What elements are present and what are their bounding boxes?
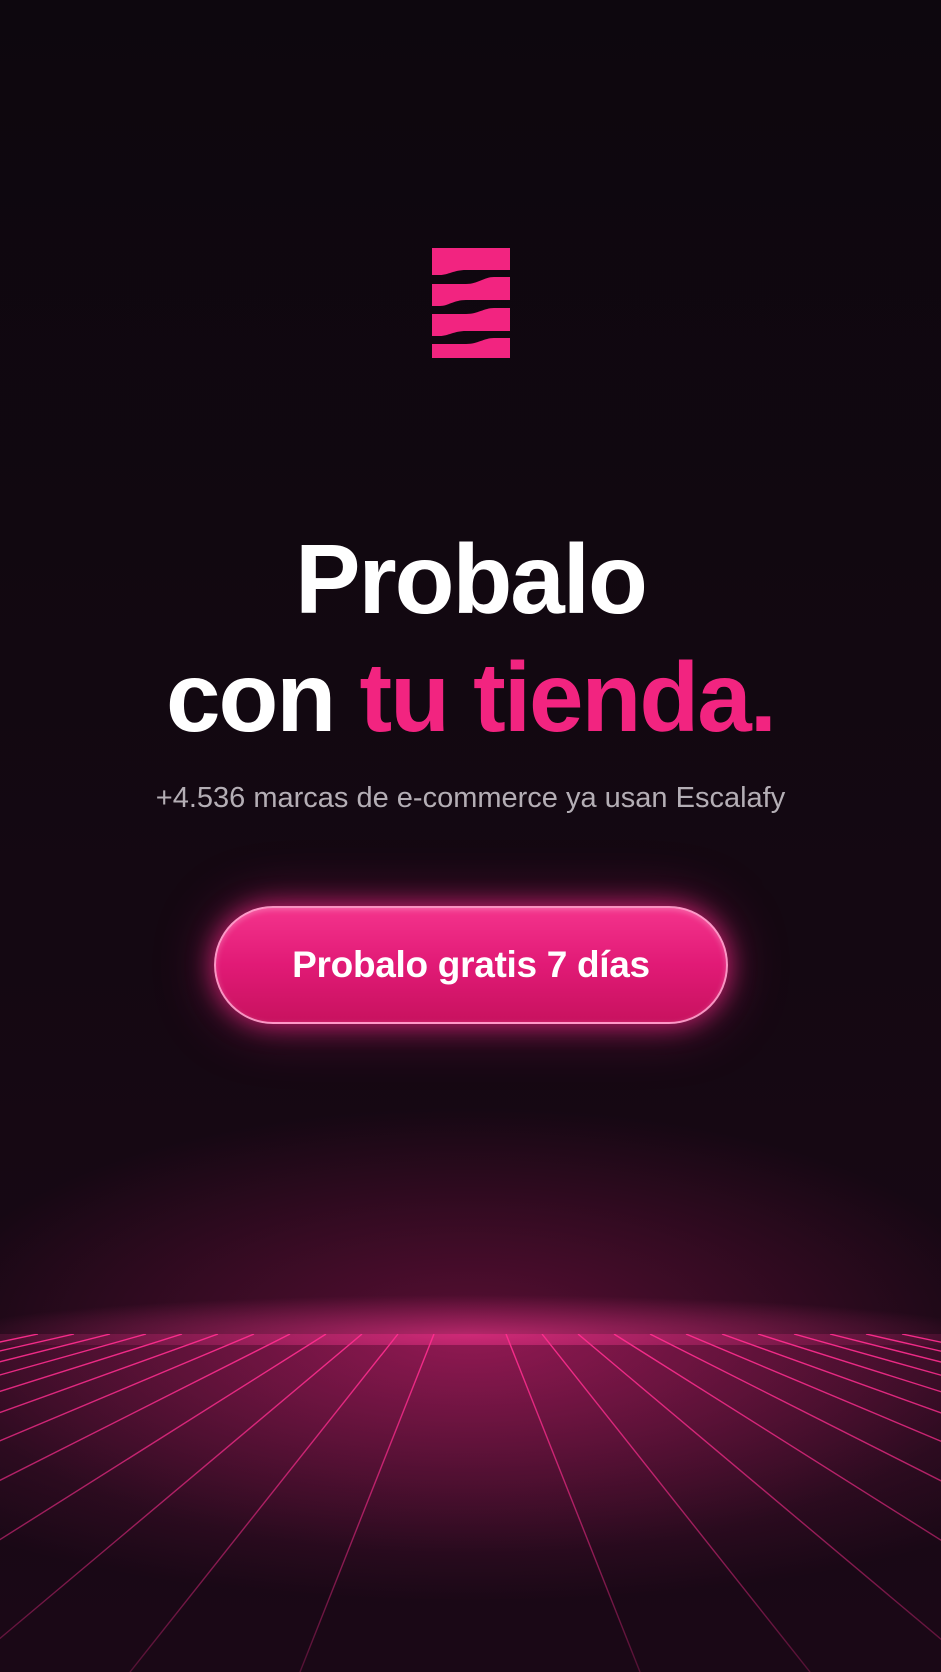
free-trial-button-label: Probalo gratis 7 días bbox=[292, 944, 650, 985]
escalafy-logo-icon bbox=[432, 248, 510, 358]
headline-line-1: Probalo bbox=[295, 524, 648, 634]
headline-line-2: con tu tienda. bbox=[0, 638, 941, 756]
neon-grid-floor bbox=[0, 1334, 941, 1672]
headline: Probalo con tu tienda. bbox=[0, 520, 941, 756]
horizon-glow bbox=[0, 1255, 941, 1345]
landing-page: Probalo con tu tienda. +4.536 marcas de … bbox=[0, 0, 941, 1672]
headline-line-2-accent: tu tienda. bbox=[359, 642, 777, 752]
headline-line-2-plain: con bbox=[165, 642, 336, 752]
free-trial-button[interactable]: Probalo gratis 7 días bbox=[214, 906, 728, 1024]
social-proof-text: +4.536 marcas de e-commerce ya usan Esca… bbox=[155, 782, 786, 814]
